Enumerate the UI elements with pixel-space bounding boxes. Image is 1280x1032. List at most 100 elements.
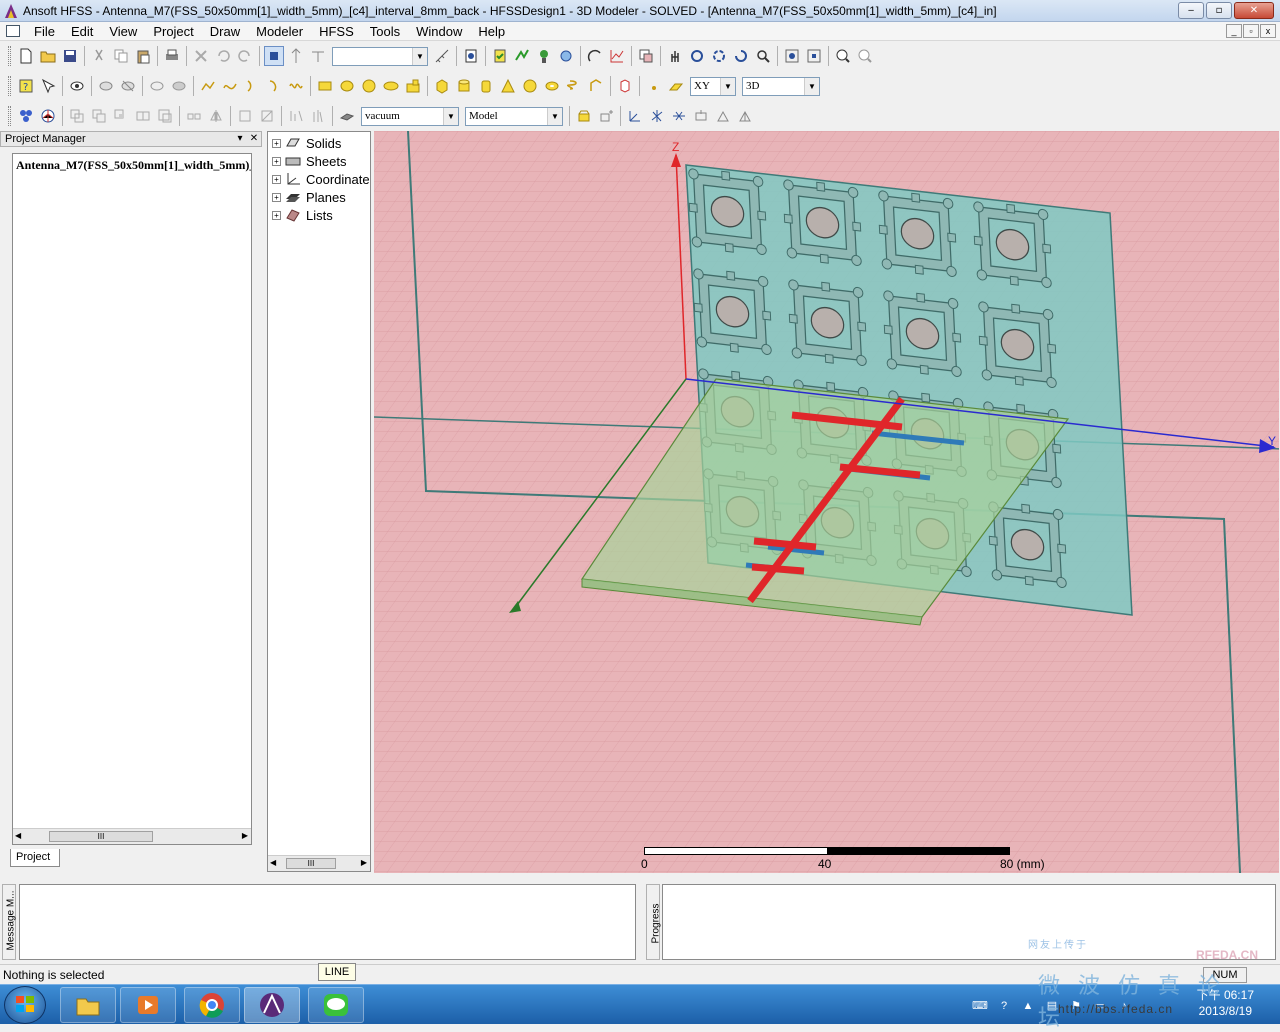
unite-icon[interactable] [67,106,87,126]
taskbar-chrome[interactable] [184,987,240,1023]
maximize-button[interactable]: ▫ [1206,2,1232,19]
draw-rectangle-icon[interactable] [315,76,335,96]
properties-icon[interactable] [461,46,481,66]
volume-icon[interactable]: ♪ [1116,998,1132,1014]
fit-all-icon[interactable] [782,46,802,66]
render-solid-icon[interactable] [169,76,189,96]
menu-view[interactable]: View [101,22,145,41]
boundary-assign-icon[interactable] [16,106,36,126]
message-list[interactable] [19,884,636,960]
draw-cylinder-icon[interactable] [454,76,474,96]
rotate-icon[interactable] [687,46,707,66]
open-folder-icon[interactable] [38,46,58,66]
subtract-icon[interactable] [89,106,109,126]
excitation-assign-icon[interactable] [38,106,58,126]
rotate-local-icon[interactable] [709,46,729,66]
show-hidden-icons[interactable]: ▲ [1020,998,1036,1014]
draw-ellipse-icon[interactable] [337,76,357,96]
zoom-in-icon[interactable] [833,46,853,66]
fit-selection-icon[interactable] [804,46,824,66]
draw-point-icon[interactable] [644,76,664,96]
relative-cs-rotated-icon[interactable] [647,106,667,126]
mdi-minimize-button[interactable]: _ [1226,24,1242,38]
expand-icon[interactable]: + [272,192,281,202]
copy-image-icon[interactable] [636,46,656,66]
model-select[interactable]: Model ▼ [465,106,563,126]
mirror-icon[interactable] [206,106,226,126]
project-tree-root[interactable]: Antenna_M7(FSS_50x50mm[1]_width_5mm)_[c4… [13,154,251,177]
document-icon[interactable] [6,25,20,37]
keyboard-icon[interactable]: ⌨ [972,998,988,1014]
start-button[interactable] [4,986,46,1024]
menu-edit[interactable]: Edit [63,22,101,41]
expand-icon[interactable]: + [272,138,281,148]
analyze-icon[interactable] [512,46,532,66]
model-scene[interactable]: Z Y [374,131,1279,873]
redo-icon[interactable] [235,46,255,66]
menu-window[interactable]: Window [408,22,470,41]
hide-icon[interactable] [96,76,116,96]
new-file-icon[interactable] [16,46,36,66]
material-icon[interactable] [337,106,357,126]
draw-cone-icon[interactable] [498,76,518,96]
paste-icon[interactable] [133,46,153,66]
draw-box-icon[interactable] [432,76,452,96]
zoom-out-icon[interactable] [855,46,875,66]
draw-helix-icon[interactable] [564,76,584,96]
draw-circle-icon[interactable] [359,76,379,96]
scroll-right-icon[interactable]: ▶ [242,831,248,840]
expand-icon[interactable]: + [272,156,281,166]
panel-close-icon[interactable]: ✕ [247,132,261,146]
taskbar-line[interactable] [308,987,364,1023]
move-icon[interactable] [286,106,306,126]
message-manager-tab[interactable]: Message M... [2,884,17,960]
draw-regular-polyhedron-icon[interactable] [476,76,496,96]
draw-arc-icon[interactable] [242,76,262,96]
scroll-right-icon[interactable]: ▶ [361,858,367,867]
split-icon[interactable] [133,106,153,126]
tree-item-sheets[interactable]: + Sheets [272,152,346,170]
help-tray-icon[interactable]: ? [996,998,1012,1014]
rotate-object-icon[interactable] [308,106,328,126]
zoom-icon[interactable] [753,46,773,66]
close-button[interactable]: ✕ [1234,2,1274,19]
taskbar-explorer[interactable] [60,987,116,1023]
menu-draw[interactable]: Draw [202,22,248,41]
cut-icon[interactable] [89,46,109,66]
draw-region-icon[interactable] [403,76,423,96]
progress-list[interactable] [662,884,1276,960]
select-object-icon[interactable] [264,46,284,66]
select-edge-icon[interactable] [308,46,328,66]
thicken-sheet-icon[interactable] [257,106,277,126]
save-icon[interactable] [60,46,80,66]
scroll-thumb[interactable]: III [286,858,336,869]
project-tree-scrollbar[interactable]: ◀ III ▶ [13,828,251,844]
menu-file[interactable]: File [26,22,63,41]
tree-item-planes[interactable]: + Planes [272,188,346,206]
copy-icon[interactable] [111,46,131,66]
undo-icon[interactable] [213,46,233,66]
monitor-icon[interactable]: ▭ [1092,998,1108,1014]
draw-plane-icon[interactable] [666,76,686,96]
tree-item-lists[interactable]: + Lists [272,206,333,224]
create-cs-icon[interactable] [574,106,594,126]
expand-icon[interactable]: + [272,210,281,220]
print-icon[interactable] [162,46,182,66]
material-select[interactable]: vacuum ▼ [361,106,459,126]
draw-equation-curve-icon[interactable] [286,76,306,96]
menu-tools[interactable]: Tools [362,22,408,41]
mdi-close-button[interactable]: x [1260,24,1276,38]
set-working-cs-icon[interactable] [735,106,755,126]
tab-project[interactable]: Project [10,849,60,867]
menu-hfss[interactable]: HFSS [311,22,362,41]
menu-modeler[interactable]: Modeler [248,22,311,41]
selection-filter-combo[interactable]: ▼ [332,46,428,66]
validate-icon[interactable] [490,46,510,66]
menu-project[interactable]: Project [145,22,201,41]
delete-icon[interactable] [191,46,211,66]
measure-icon[interactable] [432,46,452,66]
progress-tab[interactable]: Progress [646,884,662,960]
drawing-plane-select[interactable]: XY ▼ [690,76,736,96]
draw-polygon-icon[interactable] [381,76,401,96]
menu-help[interactable]: Help [470,22,513,41]
